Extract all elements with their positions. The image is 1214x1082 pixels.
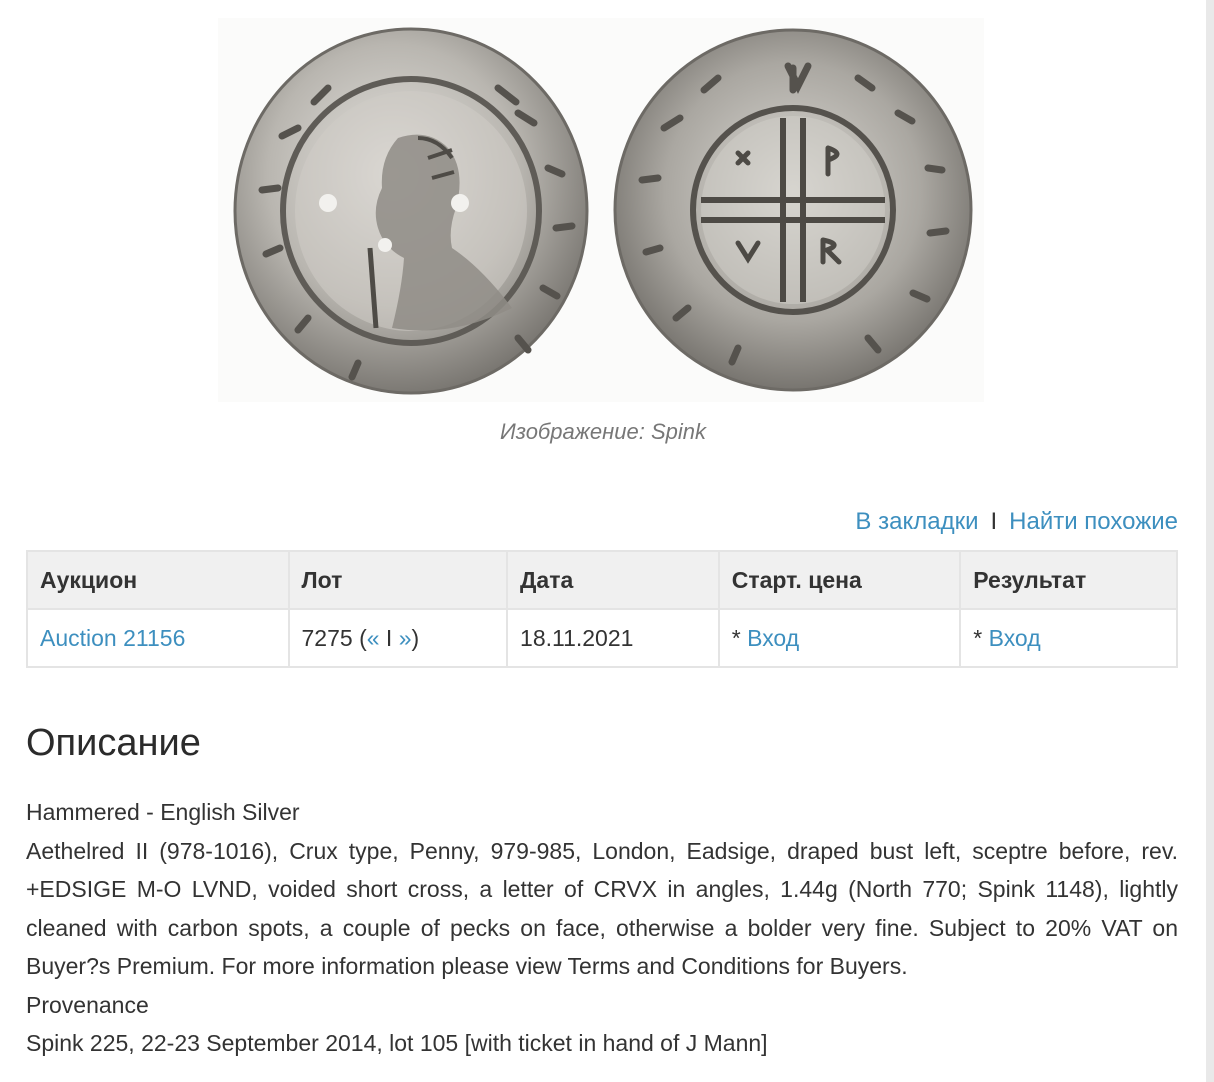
coin-photo[interactable] — [218, 18, 984, 402]
lot-close-paren: ) — [411, 624, 420, 651]
find-similar-link[interactable]: Найти похожие — [1009, 508, 1178, 535]
header-date: Дата — [506, 550, 720, 610]
table-header-row: Аукцион Лот Дата Старт. цена Результат — [26, 550, 1178, 610]
page-edge — [1206, 0, 1214, 1082]
lot-table: Аукцион Лот Дата Старт. цена Результат A… — [26, 550, 1178, 668]
header-auction: Аукцион — [26, 550, 290, 610]
table-row: Auction 21156 7275 (« I ») 18.11.2021 * … — [26, 608, 1178, 668]
cell-result: * Вход — [959, 608, 1178, 668]
cell-auction: Auction 21156 — [26, 608, 290, 668]
next-lot-link[interactable]: » — [399, 625, 412, 651]
result-star: * — [973, 624, 989, 651]
cell-date: 18.11.2021 — [506, 608, 720, 668]
start-price-login-link[interactable]: Вход — [747, 625, 799, 651]
previous-lot-link[interactable]: « — [367, 625, 380, 651]
lot-actions: В закладки I Найти похожие — [855, 508, 1178, 536]
cell-start-price: * Вход — [717, 608, 962, 668]
description-category: Hammered - English Silver — [26, 799, 300, 825]
header-start-price: Старт. цена — [717, 550, 962, 610]
description-heading: Описание — [26, 722, 201, 764]
start-price-star: * — [731, 624, 748, 651]
cell-lot: 7275 (« I ») — [287, 608, 509, 668]
description-body: Hammered - English Silver Aethelred II (… — [26, 793, 1178, 1063]
description-text: Aethelred II (978-1016), Crux type, Penn… — [26, 837, 1178, 980]
header-lot: Лот — [287, 550, 509, 610]
coin-reverse — [613, 28, 973, 392]
result-login-link[interactable]: Вход — [989, 625, 1041, 651]
header-result: Результат — [959, 550, 1178, 610]
image-caption: Изображение: Spink — [499, 419, 706, 444]
auction-link[interactable]: Auction 21156 — [40, 625, 185, 651]
coin-obverse — [233, 27, 589, 395]
provenance-label: Provenance — [26, 991, 149, 1018]
provenance-text: Spink 225, 22-23 September 2014, lot 105… — [26, 1030, 768, 1056]
actions-separator: I — [990, 508, 998, 535]
lot-number: 7275 ( — [301, 624, 367, 651]
lot-nav-separator: I — [379, 624, 399, 651]
bookmark-link[interactable]: В закладки — [855, 508, 978, 535]
